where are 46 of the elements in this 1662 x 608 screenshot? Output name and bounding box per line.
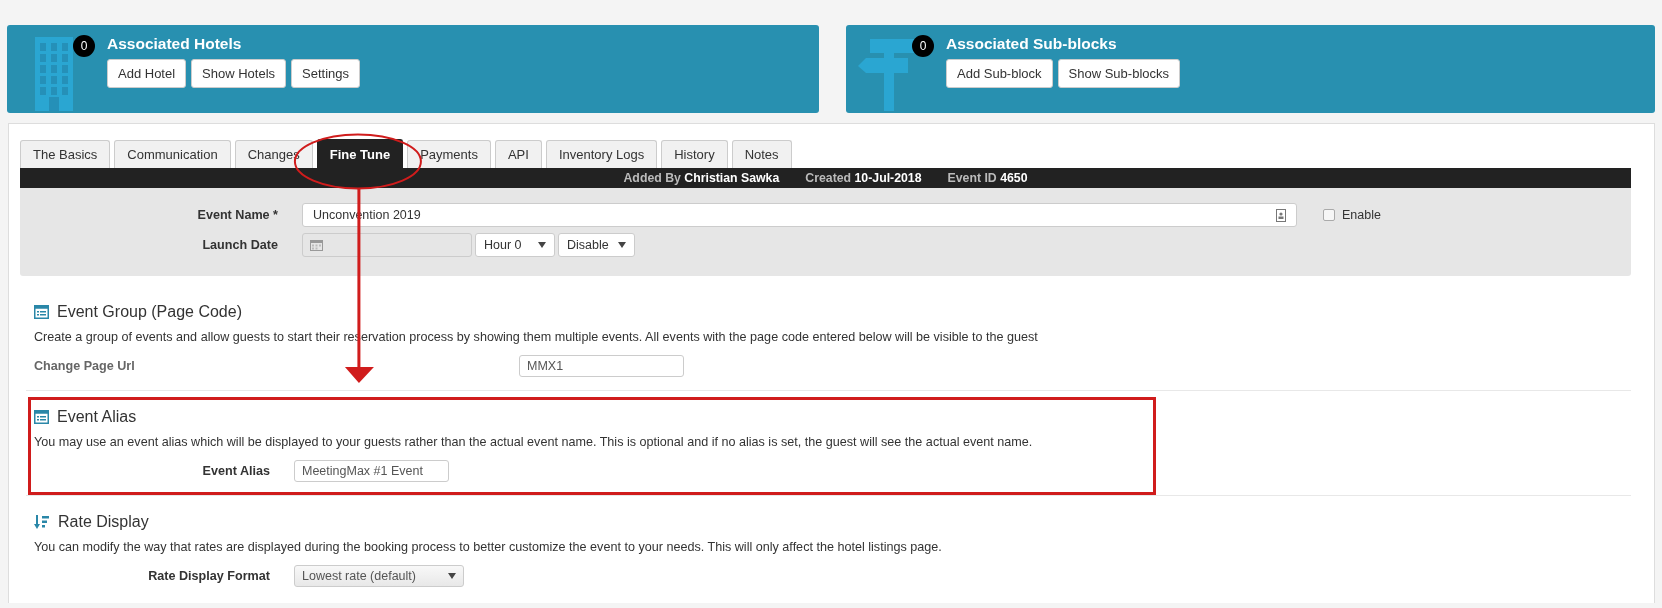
- panel-title: Associated Sub-blocks: [946, 35, 1118, 53]
- field-label: Event Name *: [196, 208, 279, 222]
- panel-button[interactable]: Add Sub-block: [946, 59, 1053, 88]
- field-label: Launch Date: [201, 238, 279, 252]
- panel-title: Associated Hotels: [107, 35, 243, 53]
- select-dropdown[interactable]: Hour 0: [475, 233, 555, 257]
- tab[interactable]: Notes: [731, 140, 792, 168]
- info-text: Event ID 4650: [947, 171, 1028, 185]
- section-description: You can modify the way that rates are displayed during the booking process to better customize the event to your needs. This will only affect the hotel listings page.: [34, 540, 943, 554]
- field-label: Rate Display Format: [147, 569, 271, 583]
- tab[interactable]: The Basics: [20, 140, 111, 168]
- count-badge: 0: [73, 35, 95, 57]
- list-icon: [34, 305, 49, 319]
- date-input[interactable]: [302, 233, 472, 257]
- info-text: Added By Christian Sawka: [623, 171, 780, 185]
- tab[interactable]: Fine Tune: [316, 139, 404, 168]
- section-title: Event Alias: [57, 408, 137, 426]
- caret-icon: [538, 242, 546, 248]
- section-title: Rate Display: [58, 513, 149, 531]
- panel-button[interactable]: Show Sub-blocks: [1057, 59, 1180, 88]
- info-text: Created 10-Jul-2018: [805, 171, 922, 185]
- sort-icon: [34, 514, 50, 530]
- section-title: Event Group (Page Code): [57, 303, 242, 321]
- caret-icon: [618, 242, 626, 248]
- tab[interactable]: Inventory Logs: [545, 140, 658, 168]
- tab[interactable]: Payments: [407, 140, 491, 168]
- panel-button[interactable]: Show Hotels: [191, 59, 287, 88]
- contact-card-icon: [1276, 208, 1286, 222]
- calendar-icon: [310, 239, 323, 251]
- tab[interactable]: Communication: [114, 140, 231, 168]
- caret-icon: [448, 573, 456, 579]
- field-label: Change Page Url: [34, 359, 136, 373]
- select-dropdown[interactable]: Disable: [558, 233, 635, 257]
- panel-button[interactable]: Add Hotel: [107, 59, 187, 88]
- count-badge: 0: [912, 35, 934, 57]
- enable-checkbox[interactable]: Enable: [1323, 203, 1381, 227]
- text-input[interactable]: MMX1: [519, 355, 684, 377]
- text-input[interactable]: MeetingMax #1 Event: [294, 460, 449, 482]
- checkbox[interactable]: [1323, 209, 1335, 221]
- field-label: Event Alias: [201, 464, 271, 478]
- section-description: You may use an event alias which will be displayed to your guests rather than the actual event name. This is optional and if no alias is set, the guest will see the actual event name.: [34, 435, 1034, 449]
- tab[interactable]: History: [661, 140, 728, 168]
- select-dropdown[interactable]: Lowest rate (default): [294, 565, 464, 587]
- panel-button[interactable]: Settings: [291, 59, 361, 88]
- tab[interactable]: API: [494, 140, 542, 168]
- list-icon: [34, 410, 49, 424]
